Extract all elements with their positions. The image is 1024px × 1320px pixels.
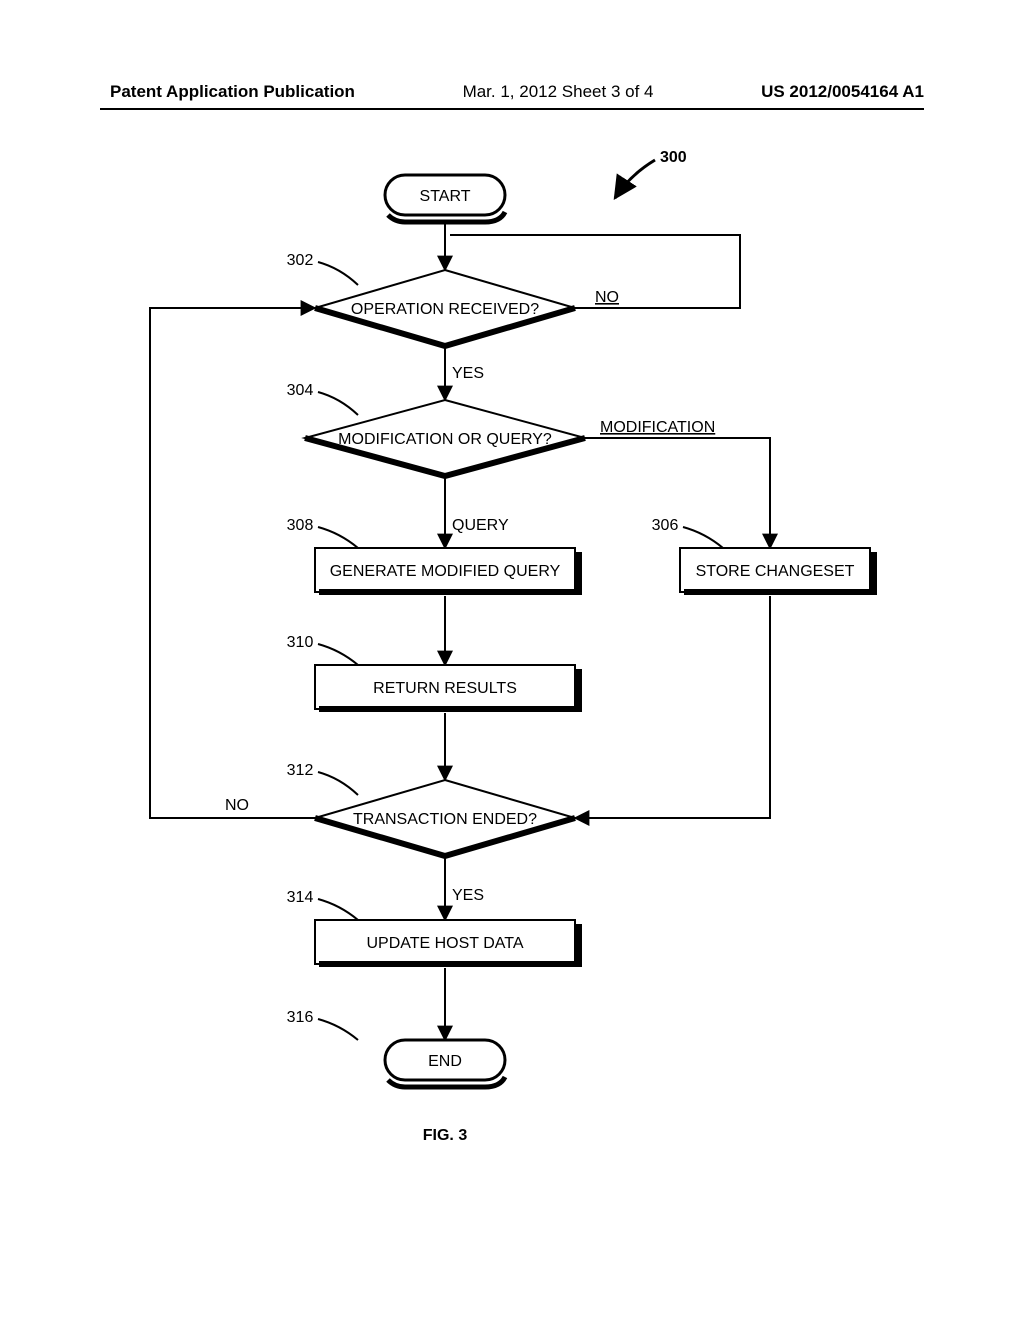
ref-302: 302 [287, 252, 358, 285]
node-314: UPDATE HOST DATA [315, 920, 579, 964]
node-314-text: UPDATE HOST DATA [366, 935, 523, 952]
node-304: MODIFICATION OR QUERY? [305, 400, 585, 476]
start-node: START [385, 175, 505, 222]
flowchart: 300 START OPERATION RECEIVED? 302 NO YES… [0, 130, 1024, 1190]
node-310-text: RETURN RESULTS [373, 680, 517, 697]
ref-310: 310 [287, 634, 358, 665]
header-rule [100, 108, 924, 110]
node-302-text: OPERATION RECEIVED? [351, 301, 539, 318]
end-node: END [385, 1040, 505, 1087]
ref-306: 306 [652, 517, 723, 548]
svg-text:QUERY: QUERY [452, 517, 509, 534]
node-306-text: STORE CHANGESET [696, 563, 855, 580]
svg-text:MODIFICATION: MODIFICATION [600, 419, 715, 436]
svg-text:304: 304 [287, 382, 314, 399]
node-306: STORE CHANGESET [680, 548, 874, 592]
ref-316: 316 [287, 1009, 358, 1040]
figure-number: 300 [660, 149, 687, 166]
svg-text:NO: NO [225, 797, 249, 814]
figure-caption: FIG. 3 [423, 1127, 468, 1144]
svg-text:306: 306 [652, 517, 679, 534]
edge-306-312 [575, 596, 770, 818]
svg-text:316: 316 [287, 1009, 314, 1026]
node-308-text: GENERATE MODIFIED QUERY [330, 563, 561, 580]
start-label: START [420, 188, 471, 205]
node-304-text: MODIFICATION OR QUERY? [338, 431, 552, 448]
figure-number-pointer: 300 [615, 149, 687, 198]
node-310: RETURN RESULTS [315, 665, 579, 709]
svg-text:NO: NO [595, 289, 619, 306]
ref-308: 308 [287, 517, 358, 548]
svg-text:310: 310 [287, 634, 314, 651]
svg-text:YES: YES [452, 887, 484, 904]
ref-304: 304 [287, 382, 358, 415]
header-left: Patent Application Publication [110, 82, 355, 102]
ref-314: 314 [287, 889, 358, 920]
svg-text:308: 308 [287, 517, 314, 534]
node-312-text: TRANSACTION ENDED? [353, 811, 537, 828]
node-308: GENERATE MODIFIED QUERY [315, 548, 579, 592]
svg-text:302: 302 [287, 252, 314, 269]
ref-312: 312 [287, 762, 358, 795]
page-header: Patent Application Publication Mar. 1, 2… [0, 82, 1024, 102]
end-label: END [428, 1053, 462, 1070]
header-right: US 2012/0054164 A1 [761, 82, 924, 102]
header-mid: Mar. 1, 2012 Sheet 3 of 4 [463, 82, 654, 102]
edge-312-yes: YES [445, 856, 484, 920]
svg-text:312: 312 [287, 762, 314, 779]
edge-302-yes: YES [445, 346, 484, 400]
svg-text:YES: YES [452, 365, 484, 382]
svg-text:314: 314 [287, 889, 314, 906]
edge-304-query: QUERY [445, 476, 509, 548]
